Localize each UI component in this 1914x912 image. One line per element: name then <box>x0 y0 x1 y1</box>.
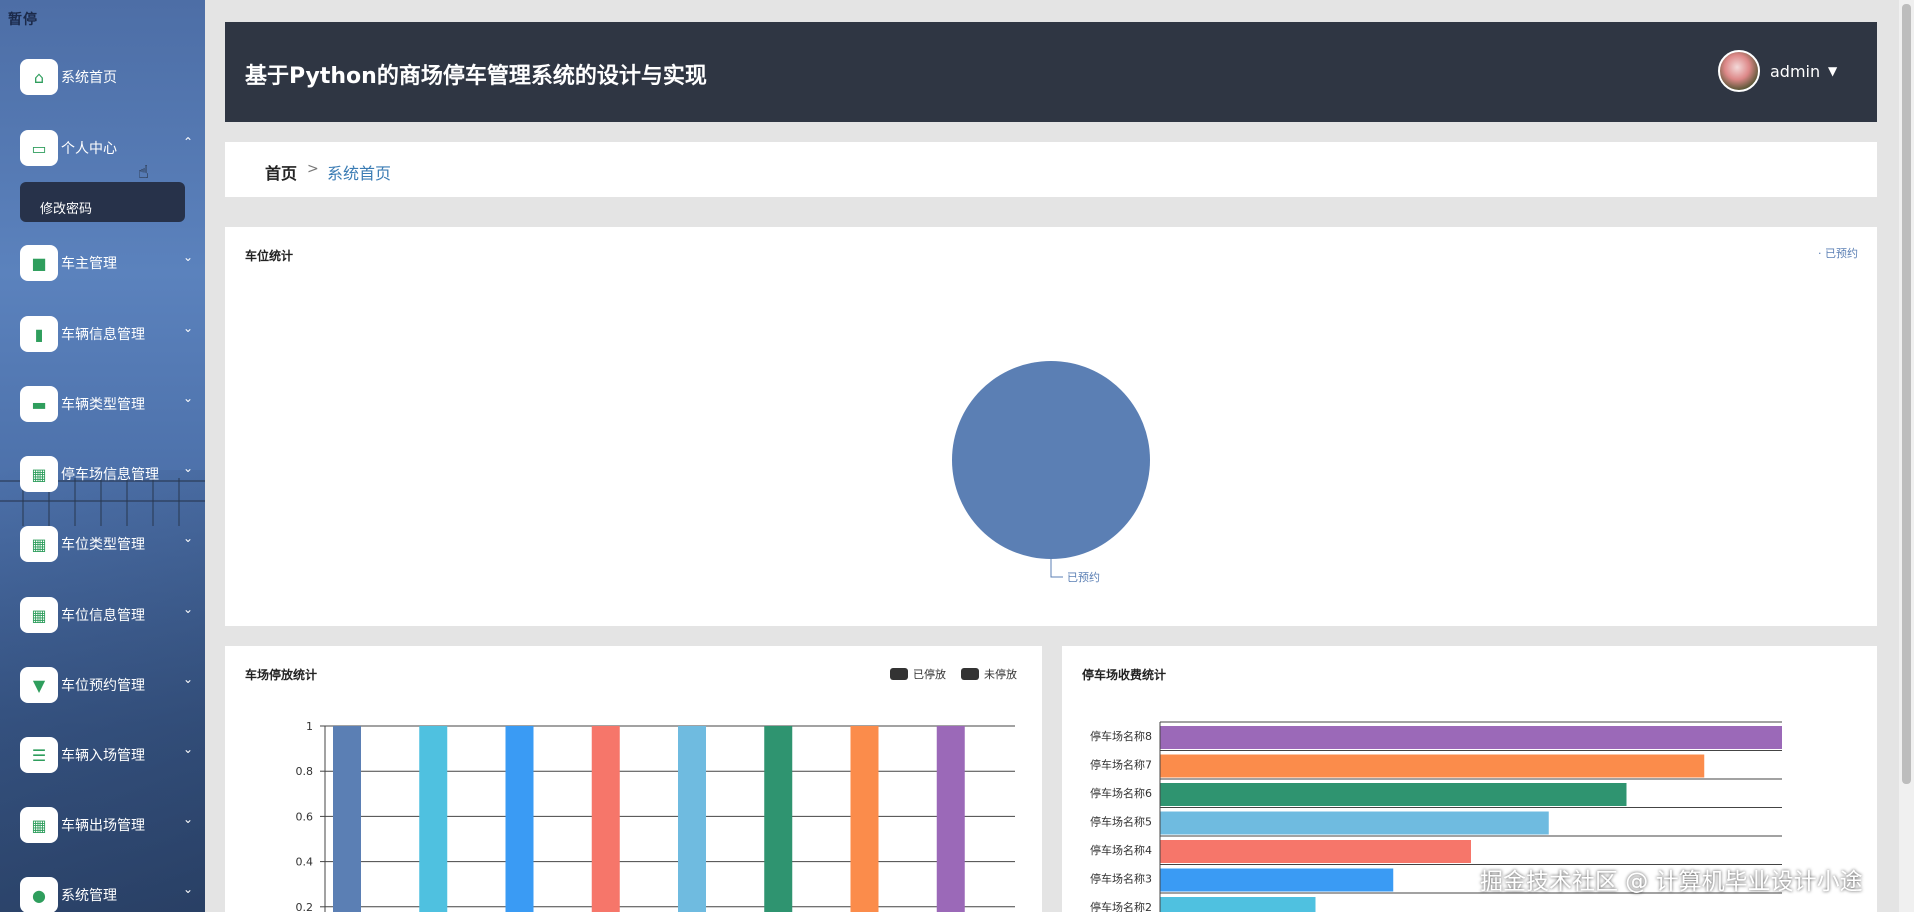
sidebar-item-label: 车辆信息管理 <box>61 327 145 343</box>
top-header: 基于Python的商场停车管理系统的设计与实现 admin ▼ <box>225 22 1877 122</box>
chevron-down-icon[interactable]: ⌄ <box>183 321 193 335</box>
sidebar-item-label: 车辆入场管理 <box>61 748 145 764</box>
bar[interactable] <box>591 726 620 912</box>
category-label: 停车场名称5 <box>1090 815 1152 829</box>
bar[interactable] <box>419 726 448 912</box>
hbar[interactable] <box>1160 783 1627 806</box>
y-tick-label: 1 <box>306 720 313 733</box>
sidebar-background-rail <box>0 500 205 502</box>
briefcase-icon: ■ <box>20 245 58 281</box>
sidebar-item[interactable]: ■ 车主管理 ⌄ <box>0 242 205 282</box>
page-title: 基于Python的商场停车管理系统的设计与实现 <box>245 64 707 89</box>
chevron-up-icon[interactable]: ⌃ <box>183 135 193 149</box>
bar[interactable] <box>850 726 879 912</box>
bar[interactable] <box>333 726 361 912</box>
category-label: 停车场名称4 <box>1090 843 1152 857</box>
chevron-down-icon[interactable]: ⌄ <box>183 882 193 896</box>
grid-icon: ▦ <box>20 597 58 633</box>
sidebar-item-label: 车位信息管理 <box>61 608 145 624</box>
chevron-down-icon[interactable]: ⌄ <box>183 672 193 686</box>
breadcrumb-home[interactable]: 首页 <box>265 160 297 184</box>
pie-chart: 已预约 <box>952 361 1150 584</box>
hbar[interactable] <box>1160 811 1549 835</box>
mouse-cursor-icon: ☝ <box>138 162 149 183</box>
category-label: 停车场名称6 <box>1090 786 1152 800</box>
submenu-item-label: 修改密码 <box>40 202 93 217</box>
parking-stats-card: 车场停放统计 已停放 未停放 1 0.8 0.6 0.4 0.2 <box>225 646 1042 912</box>
category-label: 停车场名称7 <box>1090 758 1152 772</box>
pie-slice-label: 已预约 <box>1067 571 1100 584</box>
chevron-down-icon[interactable]: ⌄ <box>183 742 193 756</box>
y-tick-label: 0.8 <box>296 765 314 778</box>
sidebar-item[interactable]: ⌂ 系统首页 <box>0 56 205 96</box>
sidebar-item-label: 车主管理 <box>61 256 117 272</box>
sidebar-item[interactable]: ☰ 车辆入场管理 ⌄ <box>0 734 205 774</box>
card-icon: ▭ <box>20 130 58 166</box>
hbar[interactable] <box>1160 897 1316 912</box>
breadcrumb-current: 系统首页 <box>327 164 392 183</box>
sidebar: 暂停 ⌂ 系统首页 ▭ 个人中心 ⌃ ■ 车主管理 ⌄ ▮ 车辆信息管理 ⌄ ▬ 车辆类型管理 ⌄ ▦ 停车场… <box>0 0 205 912</box>
y-tick-label: 0.6 <box>296 810 314 823</box>
submenu-item-change-password[interactable]: 修改密码 <box>20 182 185 222</box>
sidebar-item-label: 系统管理 <box>61 888 117 904</box>
hbar[interactable] <box>1160 868 1394 892</box>
chevron-down-icon[interactable]: ⌄ <box>183 250 193 264</box>
chevron-down-icon[interactable]: ⌄ <box>183 812 193 826</box>
sidebar-item[interactable]: ▼ 车位预约管理 ⌄ <box>0 664 205 704</box>
chevron-down-icon[interactable]: ⌄ <box>183 602 193 616</box>
sidebar-item[interactable]: ● 系统管理 ⌄ <box>0 874 205 912</box>
chevron-down-icon[interactable]: ⌄ <box>183 391 193 405</box>
grid-icon: ▦ <box>20 526 58 562</box>
hbar[interactable] <box>1160 726 1782 749</box>
sidebar-item-label: 车辆类型管理 <box>61 397 145 413</box>
scrollbar-thumb[interactable] <box>1902 4 1911 784</box>
bar[interactable] <box>678 726 706 912</box>
breadcrumb-separator: > <box>307 161 319 177</box>
avatar[interactable] <box>1718 50 1760 92</box>
username-dropdown[interactable]: admin <box>1770 62 1820 81</box>
home-icon: ⌂ <box>20 59 58 95</box>
caret-down-icon[interactable]: ▼ <box>1828 64 1837 78</box>
breadcrumb: 首页 > 系统首页 <box>225 142 1877 197</box>
sidebar-item-label: 车位预约管理 <box>61 678 145 694</box>
bar[interactable] <box>936 726 965 912</box>
hbar[interactable] <box>1160 754 1705 778</box>
sidebar-item[interactable]: ▬ 车辆类型管理 ⌄ <box>0 383 205 423</box>
sidebar-item-label: 停车场信息管理 <box>61 467 159 483</box>
y-tick-label: 0.2 <box>296 901 314 912</box>
sidebar-brand: 暂停 <box>8 12 38 28</box>
stamp-icon: ▼ <box>20 667 58 703</box>
sidebar-item-label: 车辆出场管理 <box>61 818 145 834</box>
chevron-down-icon[interactable]: ⌄ <box>183 531 193 545</box>
chevron-down-icon[interactable]: ⌄ <box>183 461 193 475</box>
sidebar-item[interactable]: ▦ 停车场信息管理 ⌄ <box>0 453 205 493</box>
hbar[interactable] <box>1160 840 1471 863</box>
clipboard-icon: ▮ <box>20 316 58 352</box>
sidebar-item-label: 车位类型管理 <box>61 537 145 553</box>
sidebar-item-label: 系统首页 <box>61 70 117 86</box>
category-label: 停车场名称8 <box>1090 729 1152 743</box>
sidebar-item[interactable]: ▦ 车位类型管理 ⌄ <box>0 523 205 563</box>
monitor-icon: ▬ <box>20 386 58 422</box>
parking-space-stats-card: 车位统计 · 已预约 已预约 <box>225 227 1877 626</box>
sidebar-item[interactable]: ▮ 车辆信息管理 ⌄ <box>0 313 205 353</box>
sidebar-item[interactable]: ▦ 车辆出场管理 ⌄ <box>0 804 205 844</box>
user-icon: ● <box>20 877 58 912</box>
sidebar-item[interactable]: ▦ 车位信息管理 ⌄ <box>0 594 205 634</box>
sidebar-item[interactable]: ▭ 个人中心 ⌃ <box>0 127 205 167</box>
watermark: 掘金技术社区 @ 计算机毕业设计小途 <box>1480 869 1863 895</box>
category-label: 停车场名称3 <box>1090 872 1152 886</box>
page-scrollbar[interactable] <box>1899 0 1914 912</box>
category-label: 停车场名称2 <box>1090 900 1152 912</box>
grid-icon: ▦ <box>20 456 58 492</box>
sliders-icon: ☰ <box>20 737 58 773</box>
grid-icon: ▦ <box>20 807 58 843</box>
sidebar-item-label: 个人中心 <box>61 141 117 157</box>
bar[interactable] <box>764 726 793 912</box>
y-tick-label: 0.4 <box>296 856 314 869</box>
bar[interactable] <box>505 726 534 912</box>
pie-slice[interactable] <box>952 361 1150 559</box>
bar-chart: 1 0.8 0.6 0.4 0.2 <box>296 720 1015 912</box>
